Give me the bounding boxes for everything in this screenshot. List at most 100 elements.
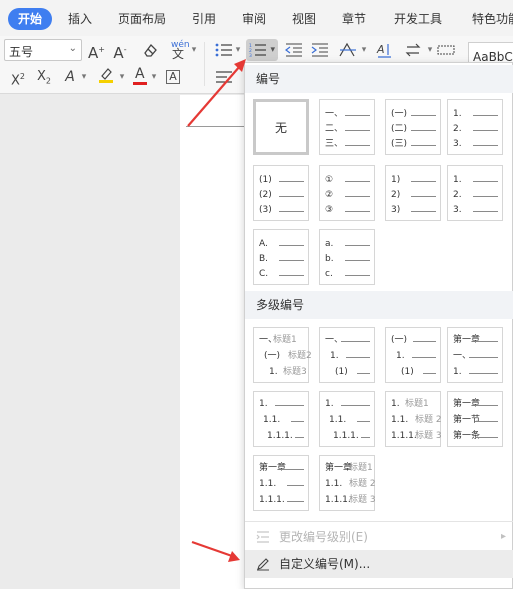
multilevel-style-tile[interactable]: 第一章 标题1 1.1. 标题 2 1.1.1. 标题 3 — [319, 455, 376, 511]
numbering-marker: 1.1. — [329, 415, 347, 425]
font-color-icon[interactable]: A — [132, 66, 148, 88]
chevron-down-icon[interactable]: ▾ — [426, 39, 434, 61]
change-numbering-level-item[interactable]: 更改编号级别(E) ▸ — [245, 523, 513, 551]
sample-text-rule — [279, 196, 304, 197]
multilevel-sample-line: (一) — [391, 334, 436, 346]
clear-format-icon[interactable] — [140, 39, 160, 61]
multilevel-sample-line: 1.1.1. — [259, 430, 304, 442]
numbering-none-tile[interactable]: 无 — [253, 99, 309, 155]
grow-font-icon[interactable]: A+ — [88, 39, 105, 62]
sample-text-rule — [345, 245, 370, 246]
sample-text-rule — [475, 341, 498, 342]
sample-text-rule — [291, 421, 304, 422]
show-marks-icon[interactable] — [436, 39, 456, 61]
tab-review[interactable]: 审阅 — [242, 8, 266, 30]
line-spacing-icon[interactable] — [404, 39, 424, 61]
superscript-icon[interactable]: X2 — [8, 66, 28, 88]
multilevel-style-tile[interactable]: 一、 标题1 (一) 标题2 1. 标题3 — [253, 327, 312, 383]
chevron-down-icon[interactable]: ▾ — [360, 39, 368, 61]
heading-sample-text: 标题 2 — [415, 415, 442, 425]
numbering-style-tile[interactable]: A. B. C. — [253, 229, 309, 285]
decrease-indent-icon[interactable] — [284, 39, 304, 61]
multilevel-style-tile[interactable]: 1. 1.1. 1.1.1. — [319, 391, 375, 447]
numbering-marker: 一、 — [453, 351, 472, 361]
chevron-down-icon[interactable]: ▾ — [150, 66, 158, 88]
highlight-icon[interactable] — [96, 66, 116, 88]
shrink-font-icon[interactable]: A- — [112, 39, 128, 62]
numbering-sample-line: 1. — [453, 108, 498, 120]
tab-developer[interactable]: 开发工具 — [394, 8, 442, 30]
numbering-sample-line: 1) — [391, 174, 436, 186]
multilevel-sample-line: 1. 标题3 — [259, 366, 307, 378]
annotation-arrow — [187, 59, 246, 127]
numbering-style-tile[interactable]: a. b. c. — [319, 229, 375, 285]
font-size-select[interactable]: 五号 ⌄ — [4, 39, 82, 61]
multilevel-sample-line: 第一章 标题1 — [325, 462, 373, 474]
multilevel-style-tile[interactable]: (一) 1. (1) — [385, 327, 441, 383]
text-direction-icon[interactable]: A — [374, 39, 394, 61]
tab-page-layout[interactable]: 页面布局 — [118, 8, 166, 30]
numbering-sample-line: A. — [259, 238, 304, 250]
sample-text-rule — [475, 421, 498, 422]
multilevel-sample-line: 1.1.1. 标题 3 — [391, 430, 442, 442]
tab-view[interactable]: 视图 — [292, 8, 316, 30]
multilevel-sample-line: 一、 — [453, 350, 498, 362]
section-numbering-header: 编号 — [245, 65, 513, 93]
multilevel-sample-line: 1.1. 标题 2 — [391, 414, 442, 426]
sample-text-rule — [475, 405, 498, 406]
numbering-style-tile[interactable]: 1. 2. 3. — [447, 165, 503, 221]
tab-home[interactable]: 开始 — [8, 8, 53, 30]
numbering-marker: (一) — [391, 335, 408, 345]
numbering-style-tile[interactable]: 一、 二、 三、 — [319, 99, 375, 155]
numbering-style-tile[interactable]: 1) 2) 3) — [385, 165, 441, 221]
sample-text-rule — [411, 130, 436, 131]
numbering-marker: B. — [259, 254, 269, 264]
sample-text-rule — [473, 181, 498, 182]
increase-indent-icon[interactable] — [310, 39, 330, 61]
sample-text-rule — [287, 485, 304, 486]
numbering-sample-line: ③ — [325, 204, 370, 216]
multilevel-style-tile[interactable]: 1. 标题1 1.1. 标题 2 1.1.1. 标题 3 — [385, 391, 442, 447]
numbering-style-tile[interactable]: (1) (2) (3) — [253, 165, 309, 221]
sample-text-rule — [279, 275, 304, 276]
text-effect-icon[interactable]: A — [62, 66, 78, 88]
chevron-down-icon[interactable]: ▾ — [80, 66, 88, 88]
numbering-sample-line: B. — [259, 253, 304, 265]
multilevel-style-tile[interactable]: 1. 1.1. 1.1.1. — [253, 391, 309, 447]
numbering-marker: 第一节 — [453, 415, 481, 425]
heading-sample-text: 标题1 — [349, 463, 373, 473]
subscript-icon[interactable]: X2 — [34, 66, 54, 88]
char-border-icon[interactable]: A — [164, 66, 182, 88]
numbering-style-tile[interactable]: ① ② ③ — [319, 165, 375, 221]
numbering-marker: (2) — [259, 190, 272, 200]
multilevel-style-tile[interactable]: 第一章 第一节 第一条 — [447, 391, 503, 447]
numbering-style-tile[interactable]: (一) (二) (三) — [385, 99, 441, 155]
tab-sections[interactable]: 章节 — [342, 8, 366, 30]
tab-insert[interactable]: 插入 — [68, 8, 92, 30]
numbering-marker: 2. — [453, 124, 462, 134]
chevron-down-icon[interactable]: ▾ — [118, 66, 126, 88]
sample-text-rule — [345, 181, 370, 182]
chinese-layout-icon[interactable] — [338, 39, 358, 61]
numbering-marker: (3) — [259, 205, 272, 215]
multilevel-sample-line: 1.1. — [259, 414, 304, 426]
tab-features[interactable]: 特色功能 — [472, 8, 513, 30]
numbering-sample-line: 2) — [391, 189, 436, 201]
sample-text-rule — [345, 115, 370, 116]
custom-numbering-item[interactable]: 自定义编号(M)... — [245, 550, 513, 578]
multilevel-style-tile[interactable]: 第一章 一、 1. — [447, 327, 503, 383]
numbering-sample-line: (二) — [391, 123, 436, 135]
numbering-marker: a. — [325, 239, 334, 249]
numbering-marker: c. — [325, 269, 333, 279]
numbering-marker: (三) — [391, 139, 408, 149]
numbering-marker: 1. — [330, 351, 339, 361]
numbering-style-tile[interactable]: 1. 2. 3. — [447, 99, 503, 155]
multilevel-style-tile[interactable]: 一、 1. (1) — [319, 327, 375, 383]
multilevel-style-tile[interactable]: 第一章 1.1. 1.1.1. — [253, 455, 309, 511]
sample-text-rule — [345, 145, 370, 146]
numbering-sample-line: ① — [325, 174, 370, 186]
sample-text-rule — [281, 469, 304, 470]
sample-text-rule — [357, 373, 370, 374]
numbering-marker: 2) — [391, 190, 401, 200]
tab-references[interactable]: 引用 — [192, 8, 216, 30]
